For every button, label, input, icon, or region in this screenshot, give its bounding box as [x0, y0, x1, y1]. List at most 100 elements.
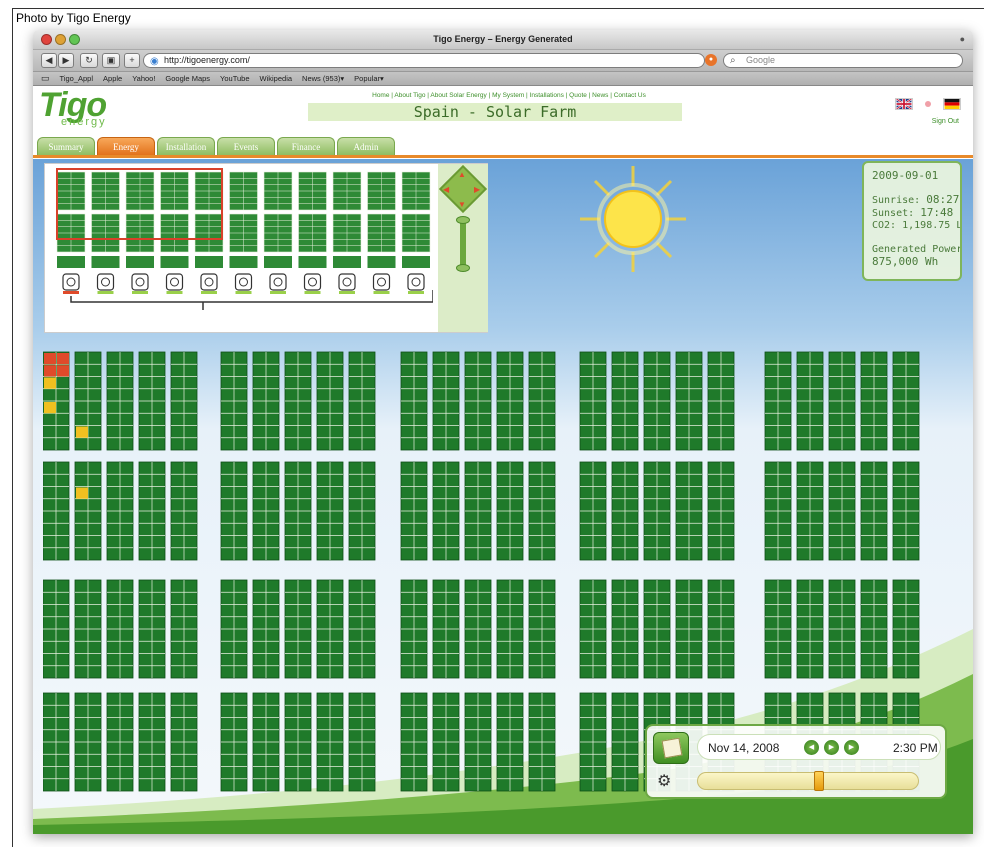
panel-string[interactable]: [892, 351, 920, 451]
panel-string[interactable]: [432, 692, 460, 792]
bookmark-item[interactable]: Popular▾: [354, 74, 384, 83]
panel-string[interactable]: [643, 461, 671, 561]
address-bar[interactable]: ◉ http://tigoenergy.com/: [143, 53, 705, 68]
panel-string[interactable]: [348, 461, 376, 561]
panel-string[interactable]: [611, 692, 639, 792]
panel-string[interactable]: [106, 351, 134, 451]
fault-panel[interactable]: [44, 365, 56, 377]
panel-string[interactable]: [675, 461, 703, 561]
bookmark-item[interactable]: YouTube: [220, 74, 249, 83]
panel-string[interactable]: [316, 692, 344, 792]
inverter-icon[interactable]: [131, 273, 149, 291]
tab-finance[interactable]: Finance: [277, 137, 335, 155]
panel-string[interactable]: [796, 351, 824, 451]
book-icon[interactable]: ▭: [41, 73, 50, 84]
panel-string[interactable]: [643, 579, 671, 679]
panel-string[interactable]: [528, 351, 556, 451]
tab-events[interactable]: Events: [217, 137, 275, 155]
arrow-right-icon[interactable]: ▶: [474, 185, 480, 194]
sign-out-link[interactable]: Sign Out: [932, 118, 959, 125]
zoom-slider[interactable]: [460, 219, 466, 269]
time-slider[interactable]: [697, 771, 919, 791]
panel-string[interactable]: [348, 692, 376, 792]
panel-string[interactable]: [496, 579, 524, 679]
forward-button[interactable]: ▶: [58, 53, 74, 68]
panel-string[interactable]: [707, 351, 735, 451]
panel-string[interactable]: [316, 461, 344, 561]
panel-string[interactable]: [170, 461, 198, 561]
panel-string[interactable]: [764, 579, 792, 679]
bookmark-item[interactable]: Yahoo!: [132, 74, 155, 83]
panel-string[interactable]: [284, 692, 312, 792]
panel-string[interactable]: [74, 692, 102, 792]
panel-string[interactable]: [892, 579, 920, 679]
panel-string[interactable]: [138, 461, 166, 561]
panel-string[interactable]: [528, 579, 556, 679]
panel-string[interactable]: [252, 351, 280, 451]
panel-string[interactable]: [284, 351, 312, 451]
panel-string[interactable]: [828, 579, 856, 679]
inverter-icon[interactable]: [165, 273, 184, 291]
arrow-up-icon[interactable]: ▲: [458, 170, 466, 179]
panel-string[interactable]: [707, 461, 735, 561]
tab-summary[interactable]: Summary: [37, 137, 95, 155]
panel-string[interactable]: [496, 461, 524, 561]
panel-string[interactable]: [796, 461, 824, 561]
panel-string[interactable]: [138, 692, 166, 792]
arrow-down-icon[interactable]: ▼: [458, 200, 466, 209]
tab-energy[interactable]: Energy: [97, 137, 155, 155]
fault-panel[interactable]: [57, 353, 69, 365]
tab-installation[interactable]: Installation: [157, 137, 215, 155]
panel-string[interactable]: [860, 461, 888, 561]
panel-string[interactable]: [464, 579, 492, 679]
panel-string[interactable]: [400, 351, 428, 451]
panel-string[interactable]: [348, 579, 376, 679]
time-slider-handle[interactable]: [814, 771, 824, 791]
zoom-out-handle[interactable]: [456, 264, 470, 272]
inverter-icon[interactable]: [303, 273, 322, 291]
bookmark-item[interactable]: Wikipedia: [260, 74, 293, 83]
play-icon[interactable]: ▶: [824, 740, 839, 755]
fault-panel[interactable]: [57, 365, 69, 377]
panel-string[interactable]: [764, 461, 792, 561]
panel-string[interactable]: [796, 579, 824, 679]
panel-string[interactable]: [106, 692, 134, 792]
panel-string[interactable]: [432, 351, 460, 451]
japan-flag-icon[interactable]: [919, 98, 937, 110]
panel-string[interactable]: [220, 351, 248, 451]
panel-string[interactable]: [106, 579, 134, 679]
panel-string[interactable]: [764, 351, 792, 451]
minimap[interactable]: ▲ ▼ ◀ ▶: [44, 163, 488, 333]
panel-string[interactable]: [432, 579, 460, 679]
panel-string[interactable]: [464, 461, 492, 561]
panel-string[interactable]: [528, 461, 556, 561]
panel-string[interactable]: [170, 692, 198, 792]
panel-string[interactable]: [464, 351, 492, 451]
inverter-icon[interactable]: [372, 273, 391, 291]
inverter-icon[interactable]: [269, 273, 287, 291]
bookmark-item[interactable]: Tigo_Appl: [60, 74, 94, 83]
uk-flag-icon[interactable]: [895, 98, 913, 110]
bookmark-item[interactable]: Apple: [103, 74, 122, 83]
panel-string[interactable]: [528, 692, 556, 792]
inverter-icon[interactable]: [96, 273, 115, 291]
arrow-left-icon[interactable]: ◀: [443, 185, 449, 194]
inverter-icon[interactable]: [407, 273, 425, 291]
panel-string[interactable]: [220, 692, 248, 792]
panel-string[interactable]: [828, 351, 856, 451]
panel-string[interactable]: [860, 579, 888, 679]
bookmark-item[interactable]: Google Maps: [165, 74, 210, 83]
bookmark-item[interactable]: News (953)▾: [302, 74, 344, 83]
panel-string[interactable]: [348, 351, 376, 451]
panel-string[interactable]: [400, 579, 428, 679]
search-input[interactable]: ⌕ Google: [723, 53, 963, 68]
panel-string[interactable]: [316, 351, 344, 451]
panel-string[interactable]: [284, 579, 312, 679]
snapback-button[interactable]: ▣: [102, 53, 120, 68]
panel-string[interactable]: [316, 579, 344, 679]
panel-string[interactable]: [400, 692, 428, 792]
panel-string[interactable]: [252, 461, 280, 561]
panel-string[interactable]: [828, 461, 856, 561]
panel-string[interactable]: [579, 579, 607, 679]
panel-string[interactable]: [106, 461, 134, 561]
